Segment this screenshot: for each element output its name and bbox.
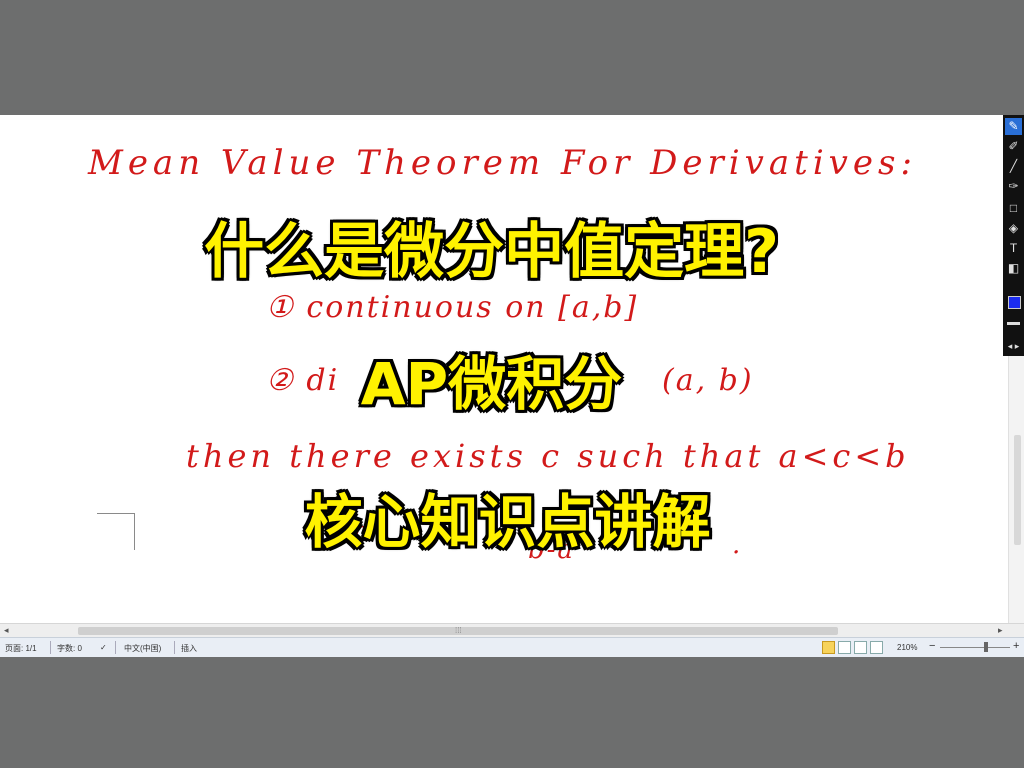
- eraser-icon[interactable]: ◧: [1005, 260, 1022, 277]
- brush-icon[interactable]: ✑: [1005, 178, 1022, 195]
- vertical-scroll-thumb[interactable]: [1014, 435, 1021, 545]
- web-layout-view-icon[interactable]: [854, 641, 867, 654]
- scroll-right-icon[interactable]: ▸: [998, 625, 1003, 636]
- line-icon[interactable]: ╱: [1005, 158, 1022, 175]
- zoom-out-button[interactable]: −: [929, 640, 935, 652]
- zoom-slider[interactable]: [940, 647, 1010, 648]
- document-canvas[interactable]: Mean Value Theorem For Derivatives: ① co…: [0, 115, 1003, 623]
- divider: [115, 641, 116, 654]
- color-swatch[interactable]: [1008, 296, 1021, 309]
- zoom-level[interactable]: 210%: [897, 643, 917, 652]
- pen-icon[interactable]: ✎: [1005, 118, 1022, 135]
- divider: [50, 641, 51, 654]
- handwritten-then-line: then there exists c such that a<c<b: [186, 437, 910, 475]
- toolbar-move-arrows-icon[interactable]: ◂ ▸: [1003, 341, 1024, 352]
- text-icon[interactable]: T: [1005, 240, 1022, 257]
- full-screen-reading-view-icon[interactable]: [838, 641, 851, 654]
- pen-toolbar: ✎ ✐ ╱ ✑ □ ◈ T ◧ ◂ ▸: [1003, 115, 1024, 356]
- status-bar: 页面: 1/1 字数: 0 ✓ 中文(中国) 插入 210% − +: [0, 637, 1024, 657]
- insert-mode-indicator[interactable]: 插入: [181, 643, 197, 654]
- draft-view-icon[interactable]: [870, 641, 883, 654]
- handwritten-title: Mean Value Theorem For Derivatives:: [88, 143, 917, 183]
- page-count[interactable]: 页面: 1/1: [5, 643, 37, 654]
- spellcheck-icon[interactable]: ✓: [100, 643, 107, 652]
- divider: [174, 641, 175, 654]
- zoom-slider-handle[interactable]: [984, 642, 988, 652]
- line-width-selector[interactable]: [1007, 322, 1020, 325]
- overlay-title-line-1: 什么是微分中值定理?: [204, 217, 779, 287]
- word-processor-window: Mean Value Theorem For Derivatives: ① co…: [0, 115, 1024, 657]
- marker-icon[interactable]: ✐: [1005, 138, 1022, 155]
- overlay-title-line-2: AP微积分: [360, 350, 623, 418]
- language-indicator[interactable]: 中文(中国): [124, 643, 161, 654]
- scroll-left-icon[interactable]: ◂: [4, 625, 9, 636]
- handwritten-condition-1: ① continuous on [a,b]: [266, 290, 639, 325]
- overlay-title-line-3: 核心知识点讲解: [304, 488, 711, 556]
- horizontal-scrollbar[interactable]: ◂ ⁞⁞⁞ ▸: [0, 623, 1024, 638]
- shapes-icon[interactable]: ◈: [1005, 220, 1022, 237]
- word-count[interactable]: 字数: 0: [57, 643, 82, 654]
- scroll-grip-icon: ⁞⁞⁞: [455, 626, 462, 635]
- rectangle-icon[interactable]: □: [1005, 200, 1022, 217]
- zoom-in-button[interactable]: +: [1013, 640, 1019, 652]
- print-layout-view-icon[interactable]: [822, 641, 835, 654]
